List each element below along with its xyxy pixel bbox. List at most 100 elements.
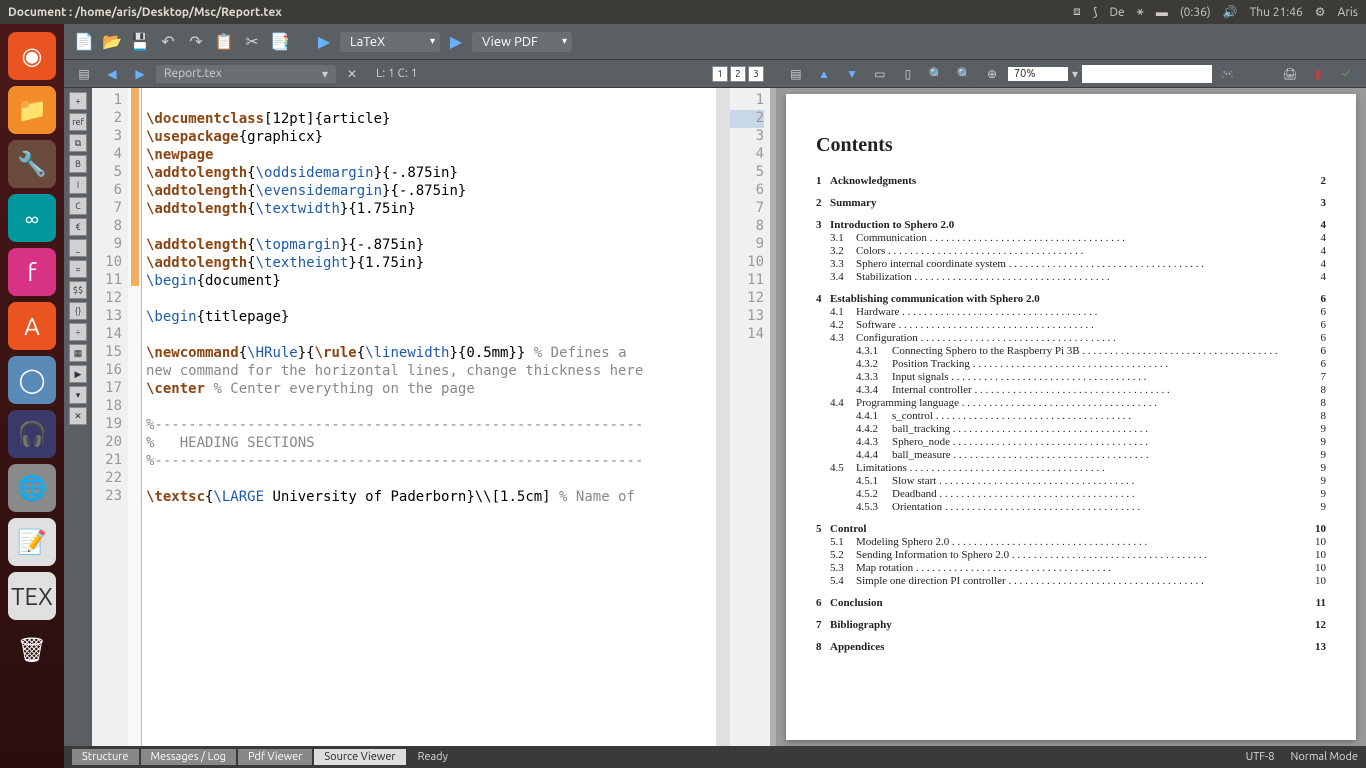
side-tool-14[interactable]: ▾ [69,386,87,404]
nav-back-icon[interactable]: ◀ [100,62,124,86]
status-tab-sourceviewer[interactable]: Source Viewer [314,749,405,765]
flag-icon[interactable]: ▮ [1306,62,1330,86]
open-file-icon[interactable]: 📂 [100,30,124,54]
status-tab-pdfviewer[interactable]: Pdf Viewer [238,749,312,765]
launcher-globe[interactable]: 🌐 [8,464,56,512]
secondary-line-number: 11 [730,272,764,290]
side-tool-12[interactable]: ▦ [69,344,87,362]
side-tool-11[interactable]: ÷ [69,323,87,341]
line-gutter: 1234567891011121314151617181920212223 [92,88,128,746]
toc-icon[interactable]: ▤ [784,62,808,86]
battery-time: (0:36) [1180,6,1211,19]
editor-scrollbar[interactable] [716,88,730,746]
check-icon[interactable]: ✓ [1334,62,1358,86]
secondary-line-number: 7 [730,200,764,218]
toc-body: 1Acknowledgments22Summary33Introduction … [816,175,1326,653]
pdf-search-input[interactable] [1082,65,1212,83]
page-btn-3[interactable]: 3 [748,66,764,82]
side-tool-7[interactable]: _ [69,239,87,257]
fit-page-icon[interactable]: ▭ [868,62,892,86]
side-tool-1[interactable]: ref [69,113,87,131]
view-icon[interactable]: ▶ [444,30,468,54]
zoom-out-icon[interactable]: 🔍 [924,62,948,86]
panel-toggle-icon[interactable]: ▤ [72,62,96,86]
secondary-line-number: 6 [730,182,764,200]
nav-forward-icon[interactable]: ▶ [128,62,152,86]
launcher-trash[interactable]: 🗑 [8,626,56,674]
wifi-icon[interactable]: ⟆ [1093,5,1098,19]
launcher-software[interactable]: A [8,302,56,350]
print-icon[interactable]: 🖨 [1278,62,1302,86]
status-tab-structure[interactable]: Structure [72,749,139,765]
line-number: 4 [92,146,122,164]
launcher-app-f[interactable]: f [8,248,56,296]
pdf-page[interactable]: Contents 1Acknowledgments22Summary33Intr… [786,94,1356,740]
zoom-reset-icon[interactable]: ⊕ [980,62,1004,86]
close-tab-icon[interactable]: ✕ [340,62,364,86]
side-tool-8[interactable]: = [69,260,87,278]
page-up-icon[interactable]: ▲ [812,62,836,86]
fit-width-icon[interactable]: ▯ [896,62,920,86]
line-number: 6 [92,182,122,200]
copy-icon[interactable]: 📋 [212,30,236,54]
redo-icon[interactable]: ↷ [184,30,208,54]
launcher-texstudio[interactable]: TEX [8,572,56,620]
zoom-in-icon[interactable]: 🔍 [952,62,976,86]
page-down-icon[interactable]: ▼ [840,62,864,86]
file-tab[interactable]: Report.tex ▾ [156,65,336,83]
line-number: 7 [92,200,122,218]
side-tool-10[interactable]: {} [69,302,87,320]
line-number: 12 [92,290,122,308]
status-tab-messages[interactable]: Messages / Log [141,749,236,765]
side-tool-0[interactable]: + [69,92,87,110]
zoom-level[interactable]: 70% [1008,67,1068,81]
secondary-line-number: 12 [730,290,764,308]
volume-icon[interactable]: 🔊 [1223,5,1238,19]
line-number: 22 [92,470,122,488]
line-number: 3 [92,128,122,146]
secondary-line-number: 2 [730,110,764,128]
side-tool-6[interactable]: € [69,218,87,236]
launcher-chromium[interactable]: ◯ [8,356,56,404]
launcher-settings[interactable]: 🔧 [8,140,56,188]
side-tool-13[interactable]: ▶ [69,365,87,383]
paste-icon[interactable]: 📑 [268,30,292,54]
user-menu[interactable]: Aris [1338,6,1358,19]
side-tool-9[interactable]: $$ [69,281,87,299]
line-number: 10 [92,254,122,272]
undo-icon[interactable]: ↶ [156,30,180,54]
build-icon[interactable]: ▶ [312,30,336,54]
side-tool-15[interactable]: ✕ [69,407,87,425]
pdf-preview: Contents 1Acknowledgments22Summary33Intr… [776,88,1366,746]
page-btn-2[interactable]: 2 [730,66,746,82]
side-tool-4[interactable]: I [69,176,87,194]
secondary-line-number: 3 [730,128,764,146]
code-editor[interactable]: \documentclass[12pt]{article}\usepackage… [142,88,716,746]
new-file-icon[interactable]: 📄 [72,30,96,54]
battery-icon[interactable]: ▬ [1156,5,1168,19]
save-icon[interactable]: 💾 [128,30,152,54]
line-number: 8 [92,218,122,236]
line-number: 13 [92,308,122,326]
search-tool-icon[interactable]: 🎮 [1216,62,1240,86]
line-number: 5 [92,164,122,182]
bluetooth-icon[interactable]: ⚹ [1137,5,1144,19]
side-tool-3[interactable]: B [69,155,87,173]
side-tool-2[interactable]: ⧉ [69,134,87,152]
view-dropdown[interactable]: View PDF [472,32,572,52]
launcher-files[interactable]: 📁 [8,86,56,134]
launcher-arduino[interactable]: ∞ [8,194,56,242]
launcher-audacity[interactable]: 🎧 [8,410,56,458]
line-number: 1 [92,92,122,110]
clock[interactable]: Thu 21:46 [1250,6,1303,19]
dropbox-icon[interactable]: ⧈ [1073,5,1081,19]
gear-icon[interactable]: ⚙ [1315,5,1326,19]
build-dropdown[interactable]: LaTeX [340,32,440,52]
launcher-editor[interactable]: 📝 [8,518,56,566]
line-number: 14 [92,326,122,344]
page-btn-1[interactable]: 1 [712,66,728,82]
keyboard-indicator[interactable]: De [1110,6,1125,19]
launcher-dash[interactable]: ◉ [8,32,56,80]
cut-icon[interactable]: ✂ [240,30,264,54]
side-tool-5[interactable]: C [69,197,87,215]
